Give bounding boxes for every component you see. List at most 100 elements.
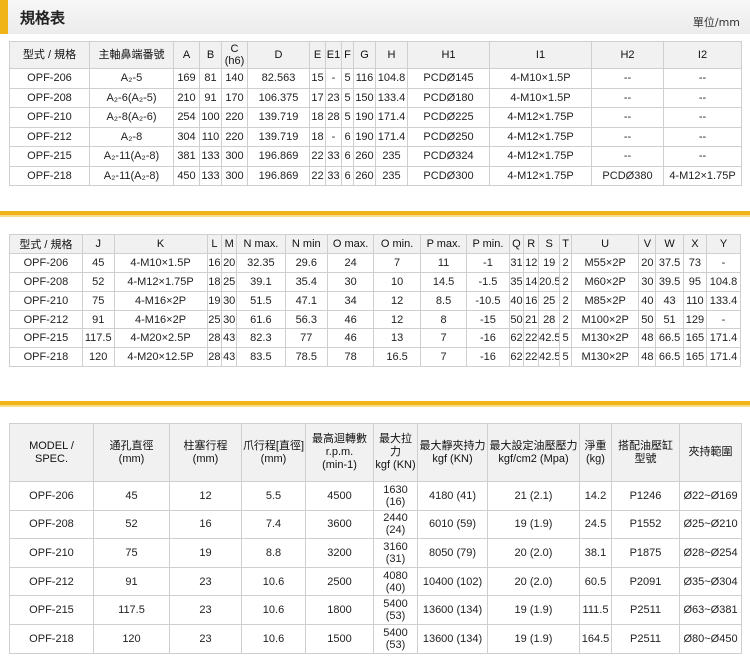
table-cell: 220: [221, 126, 248, 147]
table-cell: 42.5: [538, 328, 561, 349]
column-header: E: [309, 41, 326, 69]
table-cell: 43: [221, 328, 238, 349]
table-cell: 45: [81, 252, 115, 273]
table-header-row: MODEL / SPEC. 通孔直徑 (mm) 柱塞行程 (mm) 爪行程[直徑] (mm) 最…: [9, 423, 742, 482]
table-cell: 13: [373, 328, 421, 349]
table-cell: 129: [682, 309, 708, 330]
table-header-row: 型式 / 規格 J K L M N max. N min O max. O min. P max.…: [9, 234, 741, 254]
header-bar: [0, 0, 750, 34]
table-cell: 2: [559, 271, 572, 292]
table-cell: A₂-5: [89, 68, 174, 89]
table-cell: 4-M12×1.75P: [489, 146, 592, 167]
table-cell: -16: [466, 347, 510, 368]
column-header: H2: [591, 41, 664, 69]
table-cell: 4180 (41): [417, 481, 488, 511]
column-header: P min.: [466, 234, 510, 254]
table-cell: 6: [341, 165, 354, 186]
table-cell: 22: [309, 165, 326, 186]
table-cell: M130×2P: [570, 347, 640, 368]
table-cell: 4-M12×1.75P: [663, 165, 742, 186]
column-header: 搭配油壓缸 型號: [611, 423, 680, 482]
table-cell: 19 (1.9): [487, 509, 580, 540]
table-cell: 50: [508, 309, 525, 330]
table-cell: 8.8: [241, 538, 306, 568]
table-cell: 220: [221, 107, 248, 128]
table-cell: 30: [221, 290, 238, 311]
table-cell: 19: [169, 538, 242, 568]
column-header: S: [538, 234, 561, 254]
column-header: B: [199, 41, 222, 69]
table-cell: 52: [81, 271, 115, 292]
column-header: 最大靜夾持力 kgf (KN): [417, 423, 488, 482]
table-cell: Ø63~Ø381: [679, 595, 742, 625]
column-header: O min.: [373, 234, 421, 254]
table-cell: Ø28~Ø254: [679, 538, 742, 568]
table-cell: M60×2P: [570, 271, 640, 292]
table-cell: 254: [173, 107, 200, 128]
table-cell: Ø35~Ø304: [679, 566, 742, 597]
table-cell: 28: [538, 309, 561, 330]
table-cell: 10.6: [241, 623, 306, 654]
table-cell: 62: [508, 347, 525, 368]
table-cell: 21 (2.1): [487, 481, 580, 511]
table-cell: 171.4: [706, 328, 741, 349]
column-header: C (h6): [221, 41, 248, 69]
table-cell: 91: [93, 566, 170, 597]
table-cell: 29.6: [284, 252, 328, 273]
spec-table-performance: MODEL / SPEC. 通孔直徑 (mm) 柱塞行程 (mm) 爪行程[直徑] (mm) 最…: [9, 423, 742, 654]
page-title: 規格表: [20, 9, 66, 27]
table-cell: 43: [221, 347, 238, 368]
column-header: MODEL / SPEC.: [9, 423, 94, 482]
table-row: OPF-210 A₂-8(A₂-6) 254 100 220 139.719 18 28 5 19…: [9, 107, 742, 128]
column-header: U: [570, 234, 640, 254]
model-cell: OPF-212: [9, 309, 83, 330]
table-row: OPF-215 117.5 23 10.6 1800 5400 (53) 13600 (134…: [9, 595, 742, 625]
table-row: OPF-206 45 12 5.5 4500 1630 (16) 4180 (41) 21 (2…: [9, 481, 742, 511]
table-row: OPF-218 A₂-11(A₂-8) 450 133 300 196.869 22 33 6 2…: [9, 165, 742, 186]
table-cell: 8: [419, 309, 468, 330]
table-row: OPF-208 A₂-6(A₂-5) 210 91 170 106.375 17 23 5 150…: [9, 87, 742, 108]
table-cell: -10.5: [466, 290, 510, 311]
table-cell: 82.563: [247, 68, 310, 89]
table-row: OPF-210 75 19 8.8 3200 3160 (31) 8050 (79) 20 (2…: [9, 538, 742, 568]
model-cell: OPF-210: [9, 538, 94, 568]
table-cell: 38.1: [579, 538, 612, 568]
table-cell: 133.4: [706, 290, 741, 311]
column-header: X: [682, 234, 708, 254]
column-header: Y: [706, 234, 741, 254]
table-cell: 169: [173, 68, 200, 89]
table-cell: 42.5: [538, 347, 561, 368]
table-cell: 10.6: [241, 566, 306, 597]
table-cell: 235: [375, 165, 408, 186]
table-cell: 7: [373, 252, 421, 273]
table-cell: 46: [326, 309, 375, 330]
table-cell: 7: [419, 328, 468, 349]
spec-table-dimensions-2: 型式 / 規格 J K L M N max. N min O max. O min. P max.…: [9, 234, 741, 368]
table-cell: --: [591, 68, 664, 89]
table-cell: 19 (1.9): [487, 623, 580, 654]
table-row: OPF-218 120 23 10.6 1500 5400 (53) 13600 (134) 1…: [9, 623, 742, 654]
column-header: T: [559, 234, 572, 254]
table-row: OPF-206 45 4-M10×1.5P 16 20 32.35 29.6 24 7 11 -1 3…: [9, 252, 741, 273]
table-cell: PCDØ180: [407, 87, 490, 108]
column-header: 爪行程[直徑] (mm): [241, 423, 306, 482]
table-cell: 47.1: [284, 290, 328, 311]
table-cell: -: [325, 126, 342, 147]
table-cell: --: [663, 87, 742, 108]
table-row: OPF-210 75 4-M16×2P 19 30 51.5 47.1 34 12 8.5 -10.…: [9, 290, 741, 311]
table-cell: 2: [559, 252, 572, 273]
table-cell: 91: [199, 87, 222, 108]
table-cell: -: [706, 252, 741, 273]
table-cell: -: [325, 68, 342, 89]
table-cell: 140: [221, 68, 248, 89]
table-cell: Ø80~Ø450: [679, 623, 742, 654]
table-cell: 18: [206, 271, 223, 292]
table-cell: 4-M12×1.75P: [489, 107, 592, 128]
table-cell: 22: [309, 146, 326, 167]
model-cell: OPF-218: [9, 347, 83, 368]
table-cell: 10.6: [241, 595, 306, 625]
column-header: 最大拉力 kgf (KN): [373, 423, 418, 482]
table-row: OPF-212 91 23 10.6 2500 4080 (40) 10400 (102) 20…: [9, 566, 742, 597]
table-cell: 52: [93, 509, 170, 540]
table-cell: 62: [508, 328, 525, 349]
